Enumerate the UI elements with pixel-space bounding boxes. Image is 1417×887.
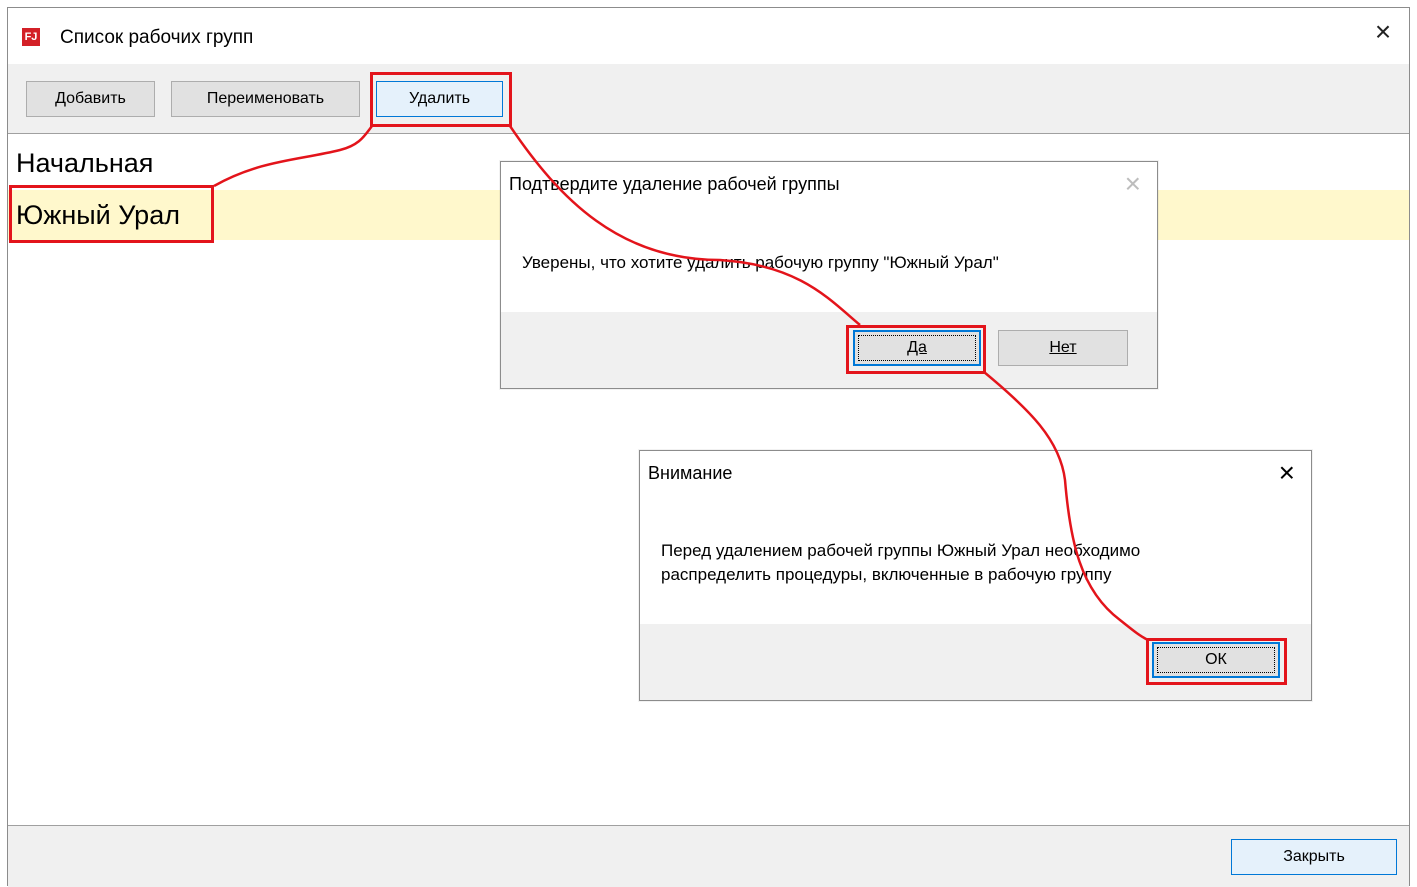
dialog-title: Внимание	[648, 463, 733, 483]
dialog-footer: Да Нет	[501, 312, 1157, 388]
dialog-message: Уверены, что хотите удалить рабочую груп…	[522, 253, 999, 272]
rename-button[interactable]: Переименовать	[171, 81, 360, 117]
add-button[interactable]: Добавить	[26, 81, 155, 117]
bottom-bar: Закрыть	[8, 825, 1409, 887]
confirm-delete-dialog: Подтвердите удаление рабочей группы × Ув…	[500, 161, 1158, 389]
dialog-footer: ОК	[640, 624, 1311, 700]
dialog-message: Перед удалением рабочей группы Южный Ура…	[661, 539, 1140, 587]
list-item[interactable]: Начальная	[16, 138, 153, 188]
message-line: Перед удалением рабочей группы Южный Ура…	[661, 541, 1141, 560]
no-button-label: Нет	[1049, 339, 1077, 356]
close-button[interactable]: Закрыть	[1231, 839, 1397, 875]
toolbar: Добавить Переименовать Удалить	[8, 64, 1409, 134]
delete-button[interactable]: Удалить	[376, 81, 503, 117]
close-icon[interactable]: ×	[1279, 457, 1295, 489]
yes-button[interactable]: Да	[853, 330, 981, 366]
window-title: Список рабочих групп	[60, 27, 254, 48]
main-window: FJ Список рабочих групп × Добавить Переи…	[7, 7, 1410, 887]
close-icon[interactable]: ×	[1125, 168, 1141, 200]
ok-button[interactable]: ОК	[1152, 642, 1280, 678]
close-icon[interactable]: ×	[1369, 18, 1397, 46]
message-line: распределить процедуры, включенные в раб…	[661, 565, 1112, 584]
warning-dialog: Внимание × Перед удалением рабочей групп…	[639, 450, 1312, 701]
dialog-title: Подтвердите удаление рабочей группы	[509, 174, 840, 194]
no-button[interactable]: Нет	[998, 330, 1128, 366]
app-icon: FJ	[22, 28, 40, 46]
title-bar: FJ Список рабочих групп ×	[8, 8, 1409, 64]
